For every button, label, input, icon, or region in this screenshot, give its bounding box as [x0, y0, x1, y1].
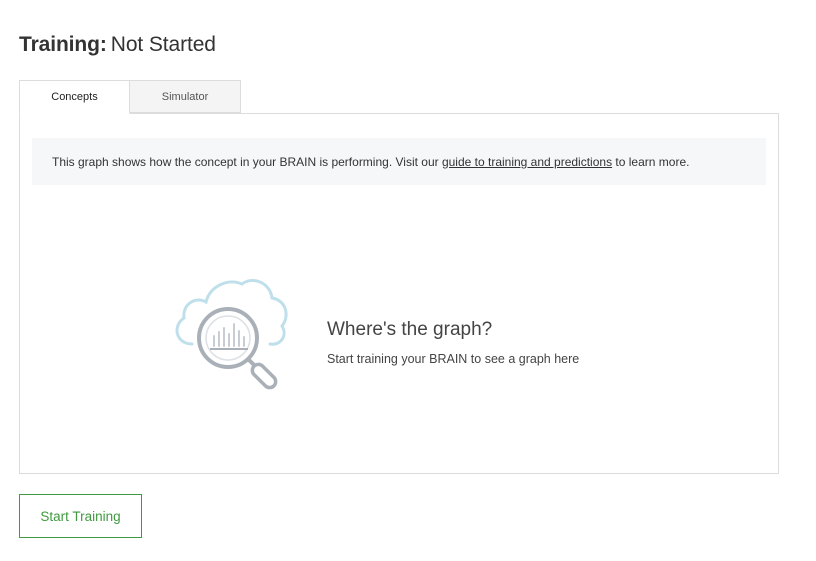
- tab-bar: Concepts Simulator: [19, 80, 241, 114]
- concepts-panel: This graph shows how the concept in your…: [19, 113, 779, 474]
- page-title: Training: Not Started: [19, 33, 216, 57]
- info-text-before: This graph shows how the concept in your…: [52, 154, 442, 169]
- start-training-button[interactable]: Start Training: [19, 494, 142, 538]
- tab-simulator[interactable]: Simulator: [130, 80, 241, 113]
- empty-state-heading: Where's the graph?: [327, 319, 493, 340]
- page-title-label: Training:: [19, 33, 107, 56]
- tab-concepts[interactable]: Concepts: [19, 80, 130, 114]
- empty-state: Where's the graph? Start training your B…: [170, 274, 730, 404]
- info-text: This graph shows how the concept in your…: [52, 155, 689, 169]
- info-text-after: to learn more.: [612, 154, 690, 169]
- training-status: Not Started: [110, 33, 216, 56]
- cloud-magnifier-chart-icon: [175, 279, 288, 390]
- training-guide-link[interactable]: guide to training and predictions: [442, 155, 612, 169]
- empty-state-subtext: Start training your BRAIN to see a graph…: [327, 352, 580, 366]
- info-banner: This graph shows how the concept in your…: [32, 138, 766, 185]
